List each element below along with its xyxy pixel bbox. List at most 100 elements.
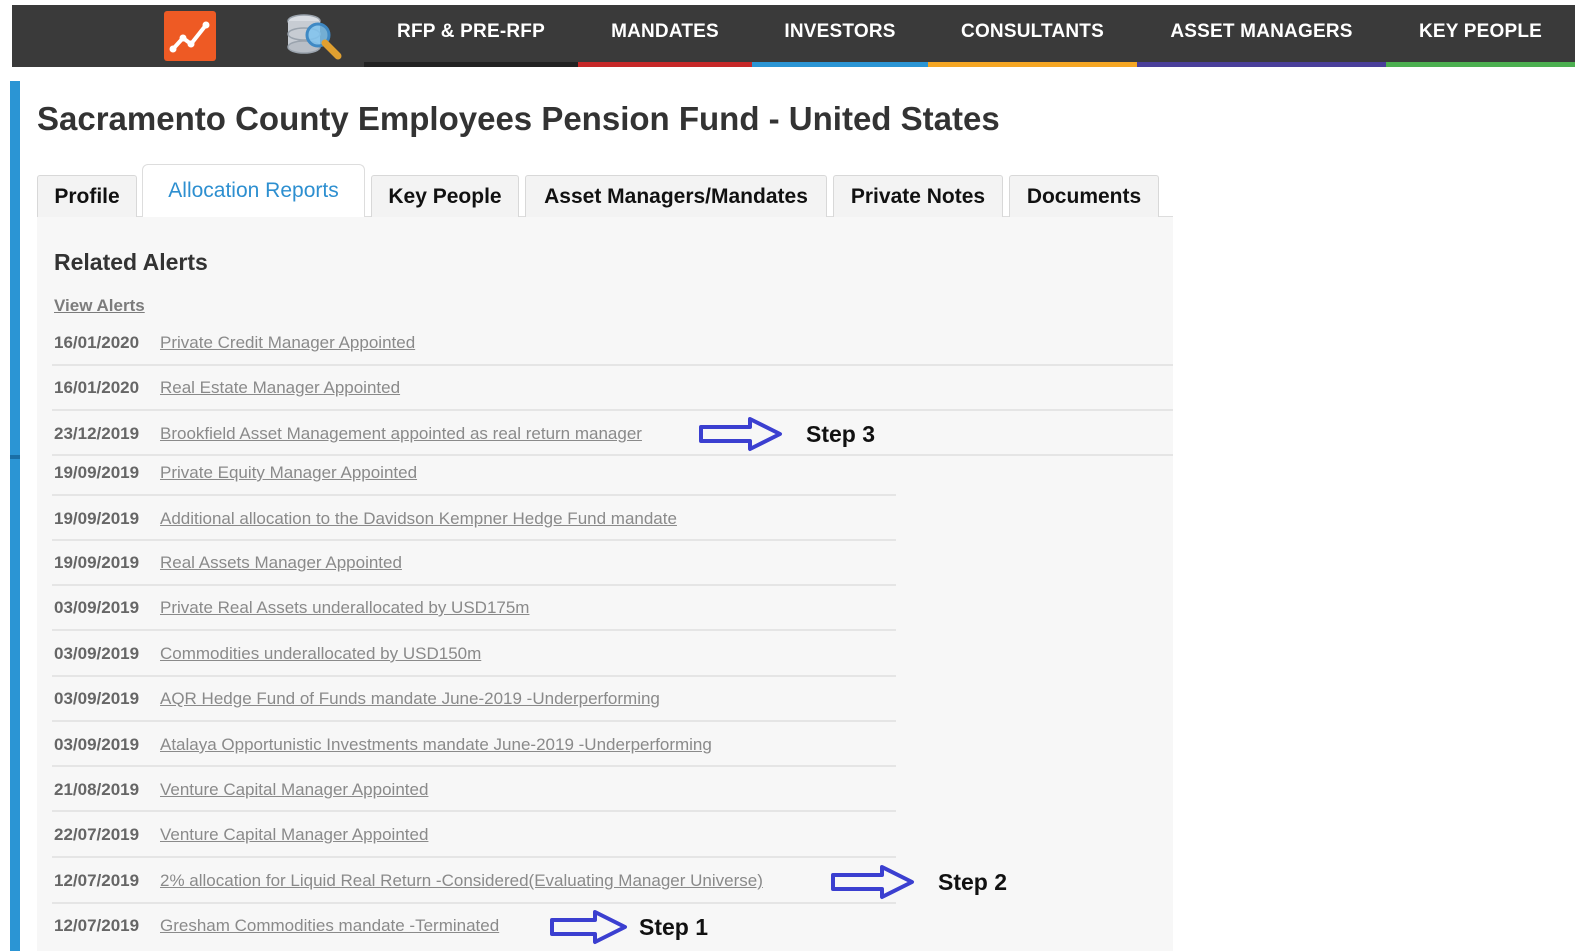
nav-rfp[interactable]: RFP & PRE-RFP <box>364 5 578 67</box>
row-divider <box>52 902 896 904</box>
nav-rfp-bar <box>364 62 578 67</box>
alert-link[interactable]: 2% allocation for Liquid Real Return -Co… <box>160 871 763 891</box>
alert-link[interactable]: Private Equity Manager Appointed <box>160 463 417 483</box>
step-3-label: Step 3 <box>806 420 876 447</box>
nav-key-people-label: KEY PEOPLE <box>1418 21 1543 42</box>
nav-investors[interactable]: INVESTORS <box>752 5 928 67</box>
alert-date: 12/07/2019 <box>54 916 140 935</box>
alert-link[interactable]: Real Assets Manager Appointed <box>160 553 402 573</box>
top-navigation-bar: RFP & PRE-RFP MANDATES INVESTORS CONSULT… <box>12 5 1575 67</box>
alert-link[interactable]: Private Credit Manager Appointed <box>160 333 415 353</box>
nav-asset-managers-bar <box>1137 62 1386 67</box>
alert-date: 19/09/2019 <box>54 463 140 482</box>
tab-private-notes-label: Private Notes <box>850 184 986 208</box>
tab-private-notes[interactable]: Private Notes <box>833 175 1003 217</box>
alert-link[interactable]: AQR Hedge Fund of Funds mandate June-201… <box>160 689 660 709</box>
alert-row: 12/07/2019 2% allocation for Liquid Real… <box>54 869 763 893</box>
page-title: Sacramento County Employees Pension Fund… <box>37 100 1000 137</box>
tab-bar: Profile Allocation Reports Key People As… <box>37 164 1173 218</box>
row-divider <box>52 364 1173 366</box>
alert-date: 03/09/2019 <box>54 644 140 663</box>
step-1-annotation: Step 1 <box>549 909 708 945</box>
step-2-label: Step 2 <box>938 868 1008 895</box>
row-divider <box>52 720 896 722</box>
alert-link[interactable]: Private Real Assets underallocated by US… <box>160 598 529 618</box>
tab-documents-label: Documents <box>1026 184 1142 208</box>
alert-date: 19/09/2019 <box>54 553 140 572</box>
chart-logo-icon[interactable] <box>164 11 216 61</box>
arrow-right-icon <box>699 417 782 451</box>
row-divider <box>52 584 896 586</box>
row-divider <box>52 629 896 631</box>
left-accent-bar <box>10 81 20 951</box>
nav-asset-managers-label: ASSET MANAGERS <box>1170 21 1353 42</box>
alert-row: 16/01/2020 Private Credit Manager Appoin… <box>54 331 415 355</box>
nav-asset-managers[interactable]: ASSET MANAGERS <box>1137 5 1386 67</box>
alert-date: 03/09/2019 <box>54 598 140 617</box>
alert-date: 21/08/2019 <box>54 780 140 799</box>
alert-date: 19/09/2019 <box>54 509 140 528</box>
alert-date: 16/01/2020 <box>54 378 140 397</box>
nav-key-people-bar <box>1386 62 1575 67</box>
alert-date: 12/07/2019 <box>54 871 140 890</box>
nav-key-people[interactable]: KEY PEOPLE <box>1386 5 1575 67</box>
alert-link[interactable]: Real Estate Manager Appointed <box>160 378 400 398</box>
alert-link[interactable]: Commodities underallocated by USD150m <box>160 644 481 664</box>
alert-row: 12/07/2019 Gresham Commodities mandate -… <box>54 914 499 938</box>
tab-profile-label: Profile <box>54 184 120 208</box>
nav-mandates-bar <box>578 62 752 67</box>
nav-rfp-label: RFP & PRE-RFP <box>397 21 545 42</box>
row-divider <box>52 539 896 541</box>
database-search-icon[interactable] <box>282 9 348 63</box>
alert-row: 03/09/2019 Atalaya Opportunistic Investm… <box>54 733 712 757</box>
view-alerts-link[interactable]: View Alerts <box>54 296 145 316</box>
row-divider <box>52 454 1173 456</box>
tab-allocation-reports-label: Allocation Reports <box>168 179 339 202</box>
alert-date: 22/07/2019 <box>54 825 140 844</box>
alert-row: 16/01/2020 Real Estate Manager Appointed <box>54 376 400 400</box>
tab-asset-managers-mandates[interactable]: Asset Managers/Mandates <box>525 175 827 217</box>
alert-row: 03/09/2019 AQR Hedge Fund of Funds manda… <box>54 687 660 711</box>
alert-link[interactable]: Venture Capital Manager Appointed <box>160 780 428 800</box>
alert-row: 03/09/2019 Private Real Assets underallo… <box>54 596 529 620</box>
nav-investors-bar <box>752 62 928 67</box>
alert-row: 23/12/2019 Brookfield Asset Management a… <box>54 422 642 446</box>
alert-link[interactable]: Additional allocation to the Davidson Ke… <box>160 509 677 529</box>
nav-mandates-label: MANDATES <box>611 21 719 42</box>
row-divider <box>52 765 896 767</box>
nav-mandates[interactable]: MANDATES <box>578 5 752 67</box>
arrow-right-icon <box>550 910 627 944</box>
related-alerts-heading: Related Alerts <box>54 249 208 275</box>
tab-allocation-reports[interactable]: Allocation Reports <box>142 164 365 218</box>
alert-row: 19/09/2019 Real Assets Manager Appointed <box>54 551 402 575</box>
nav-consultants-bar <box>928 62 1137 67</box>
alert-row: 19/09/2019 Additional allocation to the … <box>54 507 677 531</box>
step-1-label: Step 1 <box>639 913 709 940</box>
tab-profile[interactable]: Profile <box>37 175 137 217</box>
alert-date: 03/09/2019 <box>54 689 140 708</box>
tab-asset-managers-mandates-label: Asset Managers/Mandates <box>544 184 808 208</box>
alert-link[interactable]: Brookfield Asset Management appointed as… <box>160 424 642 444</box>
tab-key-people[interactable]: Key People <box>371 175 519 217</box>
nav-investors-label: INVESTORS <box>784 21 896 42</box>
row-divider <box>52 494 896 496</box>
step-2-annotation: Step 2 <box>830 864 1007 900</box>
left-accent-marker <box>10 455 20 459</box>
alert-date: 03/09/2019 <box>54 735 140 754</box>
alert-row: 21/08/2019 Venture Capital Manager Appoi… <box>54 778 428 802</box>
tab-documents[interactable]: Documents <box>1009 175 1159 217</box>
nav-consultants[interactable]: CONSULTANTS <box>928 5 1137 67</box>
alert-link[interactable]: Gresham Commodities mandate -Terminated <box>160 916 499 936</box>
alert-row: 22/07/2019 Venture Capital Manager Appoi… <box>54 823 428 847</box>
row-divider <box>52 856 896 858</box>
alert-date: 23/12/2019 <box>54 424 140 443</box>
alert-link[interactable]: Atalaya Opportunistic Investments mandat… <box>160 735 712 755</box>
row-divider <box>52 409 1173 411</box>
alert-date: 16/01/2020 <box>54 333 140 352</box>
row-divider <box>52 675 896 677</box>
alert-row: 03/09/2019 Commodities underallocated by… <box>54 642 481 666</box>
step-3-annotation: Step 3 <box>698 416 875 452</box>
nav-consultants-label: CONSULTANTS <box>961 21 1104 42</box>
alert-link[interactable]: Venture Capital Manager Appointed <box>160 825 428 845</box>
row-divider <box>52 810 896 812</box>
